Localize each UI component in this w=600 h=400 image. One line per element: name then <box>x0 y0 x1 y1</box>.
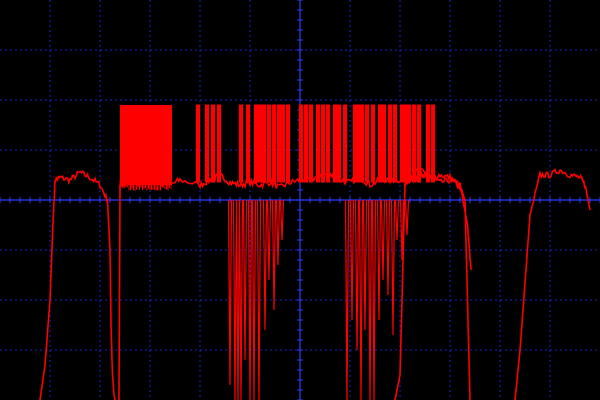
trace-spike-up <box>276 104 282 183</box>
trace-spike-up <box>204 104 210 183</box>
trace-spike-up <box>336 104 342 183</box>
trace-spike-up <box>411 104 417 183</box>
trace-spike-up <box>399 104 405 183</box>
trace-spike-up <box>355 104 361 183</box>
trace-spike-up <box>315 104 321 183</box>
trace-spike-up <box>257 104 263 183</box>
trace-spike-up <box>216 104 222 183</box>
trace-spike-up <box>238 104 244 183</box>
trace-spike-up <box>285 104 291 183</box>
trace-spike-up <box>266 104 272 183</box>
trace-spike-up <box>377 104 383 183</box>
trace-spike-up <box>261 104 267 183</box>
trace-spike-up <box>406 104 412 183</box>
trace-spike-up <box>387 104 393 183</box>
trace-spike-up <box>364 104 370 183</box>
trace-spike-up <box>298 104 304 183</box>
trace-spike-up <box>359 104 365 183</box>
trace-spike-up <box>280 104 286 183</box>
trace-spike-up <box>271 104 277 183</box>
trace-spike-up <box>245 104 251 183</box>
trace-spike-up <box>425 104 431 183</box>
trace-spike-up <box>320 104 326 183</box>
trace-spike-up <box>430 104 436 183</box>
trace-spike-up <box>210 104 216 183</box>
trace-spike-up <box>195 104 201 183</box>
trace-spike-up <box>342 104 348 183</box>
oscilloscope-screen <box>0 0 600 400</box>
trace-spike-up <box>332 104 338 183</box>
trace-spike-up <box>325 104 331 183</box>
trace-spike-up <box>370 104 376 183</box>
trace-spike-up <box>381 104 387 183</box>
trace-spike-up <box>253 104 259 183</box>
trace-spike-up <box>392 104 398 183</box>
trace-spike-up <box>303 104 309 183</box>
trace-noise-burst <box>120 105 172 185</box>
trace-spike-up <box>416 104 422 183</box>
trace-spike-up <box>308 104 314 183</box>
